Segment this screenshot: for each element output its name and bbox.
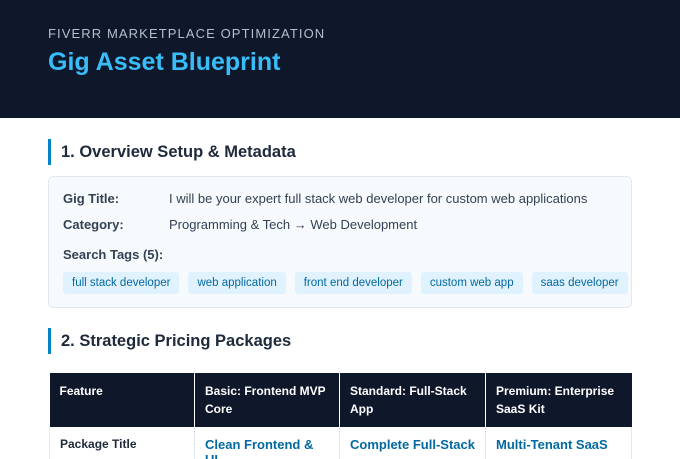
- column-header-basic: Basic: Frontend MVP Core: [194, 373, 340, 427]
- gig-title-value: I will be your expert full stack web dev…: [169, 191, 588, 206]
- tag-chip: custom web app: [420, 272, 523, 294]
- gig-title-label: Gig Title:: [63, 191, 120, 206]
- column-header-premium: Premium: Enterprise SaaS Kit: [485, 373, 632, 427]
- premium-cell: Multi-Tenant SaaS: [485, 427, 632, 459]
- pricing-table: Feature Basic: Frontend MVP Core Standar…: [49, 373, 632, 459]
- table-row: Package Title Clean Frontend & UI Comple…: [49, 427, 632, 459]
- tag-chip: full stack developer: [63, 272, 180, 294]
- section-heading-overview: 1. Overview Setup & Metadata: [48, 139, 296, 165]
- section-heading-pricing: 2. Strategic Pricing Packages: [48, 328, 291, 354]
- tag-chip: front end developer: [294, 272, 412, 294]
- tag-list: full stack developer web application fro…: [63, 272, 628, 294]
- search-tags-label: Search Tags (5):: [63, 247, 164, 262]
- category-value: Programming & Tech → Web Development: [169, 217, 418, 232]
- basic-cell: Clean Frontend & UI: [194, 427, 340, 459]
- tag-chip: saas developer: [531, 272, 628, 294]
- standard-cell: Complete Full-Stack: [339, 427, 486, 459]
- column-header-standard: Standard: Full-Stack App: [339, 373, 486, 427]
- pricing-header-row: Feature Basic: Frontend MVP Core Standar…: [49, 373, 632, 427]
- page-header: FIVERR MARKETPLACE OPTIMIZATION Gig Asse…: [0, 0, 680, 118]
- page-title: Gig Asset Blueprint: [48, 48, 281, 76]
- category-label: Category:: [63, 217, 124, 232]
- overview-card: Gig Title: I will be your expert full st…: [48, 176, 632, 308]
- tag-chip: web application: [188, 272, 286, 294]
- feature-cell: Package Title: [49, 427, 195, 459]
- header-eyebrow: FIVERR MARKETPLACE OPTIMIZATION: [48, 26, 326, 41]
- column-header-feature: Feature: [49, 373, 195, 427]
